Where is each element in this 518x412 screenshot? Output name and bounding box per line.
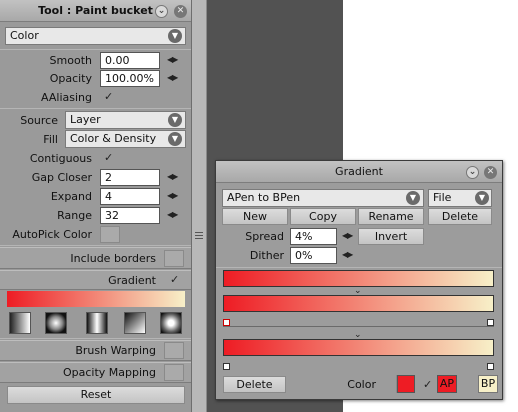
- spread-label: Spread: [245, 230, 284, 243]
- contiguous-checkbox[interactable]: ✓: [104, 151, 113, 164]
- tool-panel: Tool : Paint bucket ⌄ ✕ Color ▼ Smooth 0…: [0, 0, 192, 412]
- close-icon[interactable]: ✕: [174, 5, 187, 18]
- spread-input[interactable]: 4%: [290, 228, 337, 245]
- gradient-preview-bar[interactable]: [7, 291, 185, 307]
- opacity-mapping-checkbox[interactable]: [164, 364, 184, 381]
- mode-dropdown[interactable]: Color: [5, 27, 186, 45]
- minimize-icon[interactable]: ⌄: [155, 5, 168, 18]
- reset-button[interactable]: Reset: [7, 386, 185, 404]
- bpen-label: BP: [480, 377, 496, 390]
- expand-label: Expand: [50, 190, 92, 203]
- invert-button[interactable]: Invert: [358, 228, 424, 245]
- gradient-window: Gradient ⌄ ✕ APen to BPen ▼ File ▼ New C…: [215, 160, 503, 400]
- divider: [0, 108, 191, 109]
- divider: [0, 49, 191, 50]
- file-dropdown-label: File: [433, 191, 452, 204]
- opacity-input[interactable]: 100.00%: [100, 70, 160, 87]
- fill-dropdown-value: Color & Density: [70, 132, 157, 145]
- chevron-down-icon[interactable]: ▼: [168, 113, 182, 127]
- linear-gradient-icon[interactable]: [9, 312, 31, 334]
- panel-splitter[interactable]: [192, 0, 207, 412]
- divider: [216, 267, 502, 268]
- delete-preset-button[interactable]: Delete: [428, 208, 492, 225]
- dither-label: Dither: [249, 249, 284, 262]
- selected-color-swatch[interactable]: [397, 375, 415, 393]
- dither-input[interactable]: 0%: [290, 247, 337, 264]
- grip-line: [195, 238, 203, 239]
- grip-line: [195, 235, 203, 236]
- spread-stepper-icon[interactable]: ◀▶: [342, 231, 353, 241]
- color-stop-start[interactable]: [223, 319, 230, 326]
- delete-stop-button[interactable]: Delete: [223, 376, 286, 393]
- aaliasing-label: AAliasing: [41, 91, 92, 104]
- gradient-checkbox[interactable]: ✓: [170, 273, 179, 286]
- apen-color-button[interactable]: AP: [437, 375, 457, 393]
- aaliasing-checkbox[interactable]: ✓: [104, 90, 113, 103]
- diamond-gradient-icon[interactable]: [124, 312, 146, 334]
- divider: [0, 338, 191, 339]
- minimize-icon[interactable]: ⌄: [466, 166, 479, 179]
- dither-stepper-icon[interactable]: ◀▶: [342, 250, 353, 260]
- grip-line: [195, 232, 203, 233]
- chevron-down-icon[interactable]: ▼: [168, 132, 182, 146]
- fill-label: Fill: [43, 133, 58, 146]
- include-borders-label: Include borders: [70, 252, 156, 265]
- brush-warping-label: Brush Warping: [75, 344, 156, 357]
- gradient-result-bar: [223, 270, 494, 287]
- color-apply-check[interactable]: ✓: [423, 378, 432, 391]
- rename-button[interactable]: Rename: [358, 208, 424, 225]
- gradient-preset-dropdown[interactable]: APen to BPen: [222, 189, 424, 207]
- chevron-down-icon[interactable]: ▼: [475, 191, 489, 205]
- brush-warping-checkbox[interactable]: [164, 342, 184, 359]
- gradient-opacity-bar[interactable]: [223, 339, 494, 356]
- new-button[interactable]: New: [222, 208, 288, 225]
- smooth-stepper-icon[interactable]: ◀▶: [167, 55, 178, 65]
- opacity-stepper-icon[interactable]: ◀▶: [167, 73, 178, 83]
- reflected-gradient-icon[interactable]: [86, 312, 108, 334]
- gradient-titlebar: Gradient: [216, 161, 502, 183]
- copy-button[interactable]: Copy: [290, 208, 356, 225]
- expand-stepper-icon[interactable]: ◀▶: [167, 191, 178, 201]
- tool-panel-title: Tool : Paint bucket: [38, 4, 153, 17]
- gap-closer-stepper-icon[interactable]: ◀▶: [167, 172, 178, 182]
- smooth-label: Smooth: [49, 54, 92, 67]
- gradient-preset-value: APen to BPen: [227, 191, 301, 204]
- divider: [223, 326, 494, 327]
- square-gradient-icon[interactable]: [160, 312, 182, 334]
- range-label: Range: [57, 209, 92, 222]
- opacity-stop-start[interactable]: [223, 363, 230, 370]
- close-icon[interactable]: ✕: [484, 166, 497, 179]
- smooth-input[interactable]: 0.00: [100, 52, 160, 69]
- color-label: Color: [347, 378, 376, 391]
- gradient-color-bar[interactable]: [223, 295, 494, 312]
- radial-gradient-icon[interactable]: [45, 312, 67, 334]
- opacity-mapping-label: Opacity Mapping: [62, 366, 156, 379]
- bpen-color-button[interactable]: BP: [478, 375, 498, 393]
- gap-closer-input[interactable]: 2: [100, 169, 160, 186]
- opacity-stop-end[interactable]: [487, 363, 494, 370]
- opacity-label: Opacity: [49, 72, 92, 85]
- autopick-color-checkbox[interactable]: [100, 226, 120, 243]
- range-input[interactable]: 32: [100, 207, 160, 224]
- color-stop-end[interactable]: [487, 319, 494, 326]
- range-stepper-icon[interactable]: ◀▶: [167, 210, 178, 220]
- autopick-color-label: AutoPick Color: [12, 228, 92, 241]
- gradient-window-title: Gradient: [335, 165, 383, 178]
- apen-label: AP: [439, 377, 455, 390]
- divider: [0, 245, 191, 246]
- chevron-down-icon[interactable]: ▼: [168, 29, 182, 43]
- gap-closer-label: Gap Closer: [31, 171, 92, 184]
- mode-dropdown-value: Color: [10, 29, 39, 42]
- source-dropdown-value: Layer: [70, 113, 101, 126]
- contiguous-label: Contiguous: [29, 152, 92, 165]
- gradient-label: Gradient: [108, 274, 156, 287]
- include-borders-checkbox[interactable]: [164, 250, 184, 267]
- chevron-down-icon[interactable]: ▼: [406, 191, 420, 205]
- source-label: Source: [20, 114, 58, 127]
- expand-input[interactable]: 4: [100, 188, 160, 205]
